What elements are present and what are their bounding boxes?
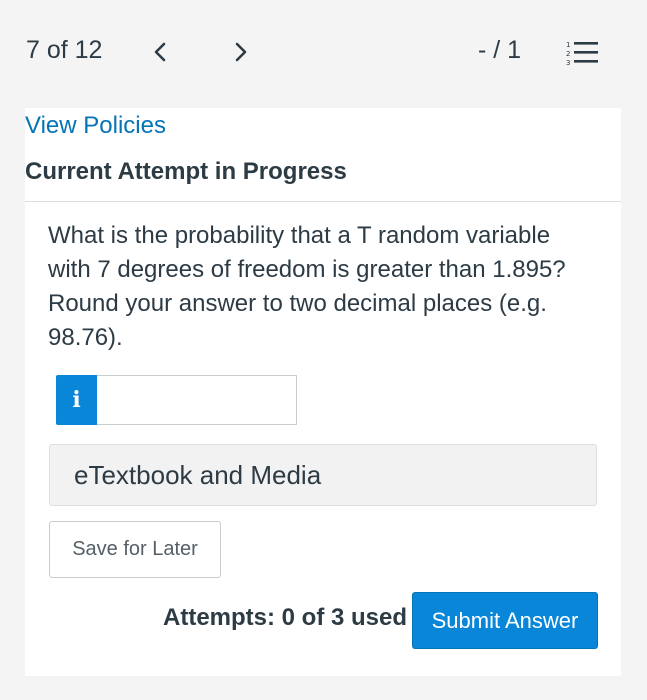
svg-text:3: 3	[566, 59, 570, 66]
svg-text:1: 1	[566, 41, 570, 49]
answer-input[interactable]	[97, 375, 297, 425]
question-counter: 7 of 12	[26, 36, 103, 64]
attempt-status-heading: Current Attempt in Progress	[25, 158, 347, 185]
info-icon[interactable]: i	[56, 375, 97, 425]
submit-answer-button[interactable]: Submit Answer	[412, 592, 598, 649]
chevron-left-icon	[154, 42, 166, 62]
save-for-later-button[interactable]: Save for Later	[49, 521, 221, 578]
previous-question-button[interactable]	[151, 38, 169, 66]
svg-text:2: 2	[566, 50, 570, 58]
question-text: What is the probability that a T random …	[48, 222, 566, 351]
attempts-counter: Attempts: 0 of 3 used	[163, 604, 408, 631]
answer-row: i	[56, 375, 297, 425]
divider	[25, 201, 621, 202]
etextbook-and-media-section[interactable]: eTextbook and Media	[49, 444, 597, 506]
question-score: - / 1	[478, 36, 522, 64]
question-navigation-bar: 7 of 12 - / 1 1 2 3	[0, 0, 647, 108]
question-panel: View Policies Current Attempt in Progres…	[25, 108, 621, 676]
question-list-button[interactable]: 1 2 3	[566, 40, 600, 67]
chevron-right-icon	[235, 42, 247, 62]
next-question-button[interactable]	[232, 38, 250, 66]
numbered-list-icon: 1 2 3	[566, 41, 598, 67]
view-policies-link[interactable]: View Policies	[25, 112, 166, 140]
